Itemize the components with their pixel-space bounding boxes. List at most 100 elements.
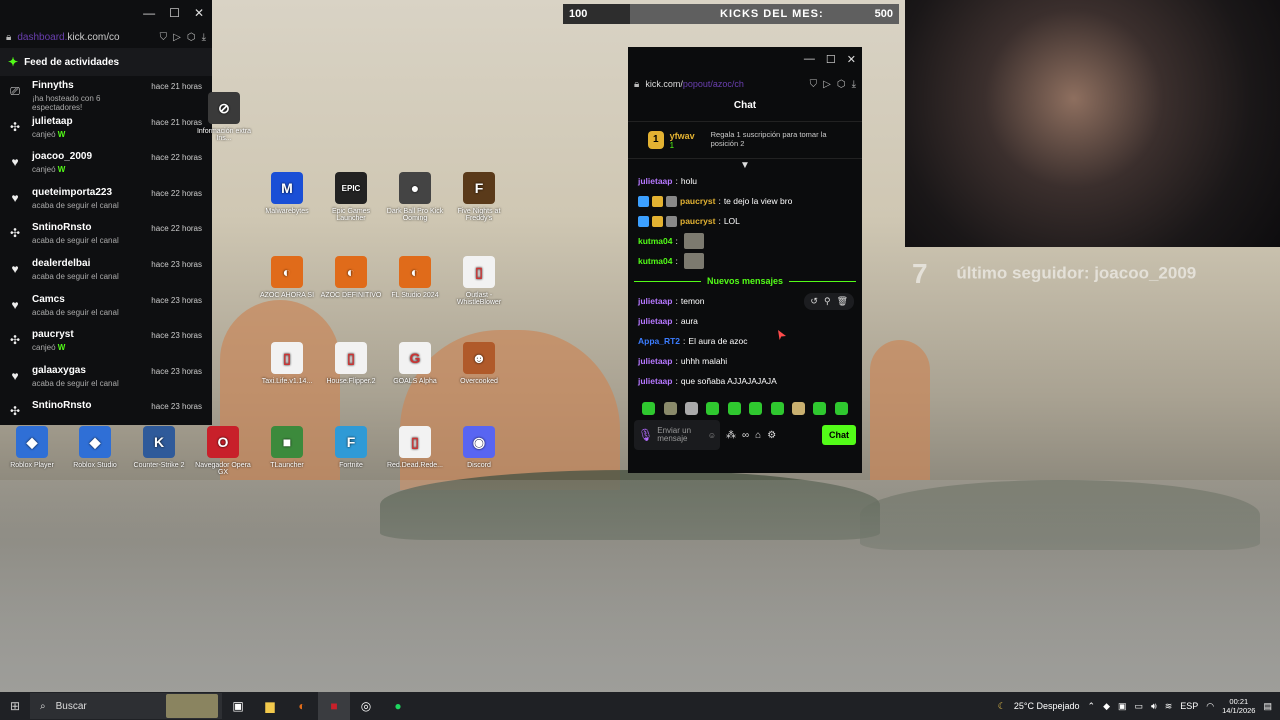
close-icon[interactable]: ✕ bbox=[847, 53, 856, 66]
extension-icon[interactable]: ⬡ bbox=[837, 79, 846, 90]
store-icon[interactable]: ⌂ bbox=[755, 430, 761, 441]
desktop-shortcut[interactable]: ☻ Overcooked bbox=[447, 342, 511, 385]
feed-item[interactable]: ♥ Camcs acaba de seguir el canal hace 23… bbox=[0, 290, 212, 326]
task-view-icon[interactable]: ▣ bbox=[222, 692, 254, 720]
top-gifter-banner[interactable]: 1 yfwav 1 Regala 1 suscripción para toma… bbox=[628, 121, 862, 159]
emote-button[interactable] bbox=[727, 401, 741, 415]
emoji-icon[interactable]: ☺ bbox=[708, 431, 716, 440]
infinity-icon[interactable]: ∞ bbox=[742, 430, 749, 441]
shield-icon[interactable]: ⛉ bbox=[810, 79, 818, 90]
chat-username[interactable]: julietaap bbox=[638, 176, 672, 186]
address-bar[interactable]: 🔒︎ dashboard.kick.com/co ⛉ ▷ ⬡ ⤓ bbox=[0, 26, 212, 48]
tray-app-icon[interactable]: ◆ bbox=[1103, 701, 1110, 712]
chat-message[interactable]: kutma04: bbox=[638, 231, 852, 251]
chat-input[interactable]: 🎙︎ Enviar un mensaje ☺ bbox=[634, 420, 720, 450]
chat-message[interactable]: julietaap: aura bbox=[638, 311, 852, 331]
chat-username[interactable]: julietaap bbox=[638, 356, 672, 366]
desktop-shortcut[interactable]: ⊘ Información extra Ins... bbox=[192, 92, 256, 142]
chat-message[interactable]: Appa_RT2: El aura de azoc bbox=[638, 331, 852, 351]
weather-text[interactable]: 25°C Despejado bbox=[1014, 701, 1080, 711]
emote-button[interactable] bbox=[834, 401, 848, 415]
chat-username[interactable]: paucryst bbox=[680, 216, 715, 226]
chat-username[interactable]: paucryst bbox=[680, 196, 715, 206]
chevron-up-icon[interactable]: ⌃ bbox=[1088, 701, 1096, 712]
tray-app-icon[interactable]: ▣ bbox=[1118, 701, 1127, 712]
desktop-shortcut[interactable]: ▯ Outlast - WhistleBlower bbox=[447, 256, 511, 306]
file-explorer-icon[interactable]: ▆ bbox=[254, 692, 286, 720]
emote-button[interactable] bbox=[791, 401, 805, 415]
emote-button[interactable] bbox=[642, 401, 656, 415]
wifi-icon[interactable]: ◠ bbox=[1206, 701, 1214, 712]
settings-gear-icon[interactable]: ⚙ bbox=[767, 430, 776, 441]
close-icon[interactable]: ✕ bbox=[194, 6, 204, 20]
desktop-shortcut[interactable]: ▯ House.Flipper.2 bbox=[319, 342, 383, 385]
windows-start-icon[interactable]: ⊞ bbox=[0, 699, 30, 713]
emote-button[interactable] bbox=[706, 401, 720, 415]
feed-item[interactable]: ✣ paucryst canjeó Wcanjeó W hace 23 hora… bbox=[0, 325, 212, 361]
battery-icon[interactable]: ▭ bbox=[1135, 701, 1144, 712]
minimize-icon[interactable]: — bbox=[143, 6, 155, 20]
feed-item[interactable]: ♥ dealerdelbai acaba de seguir el canal … bbox=[0, 254, 212, 290]
feed-item[interactable]: ✣ SntinoRnsto acaba de seguir el canal h… bbox=[0, 218, 212, 254]
desktop-shortcut[interactable]: EPIC Epic Games Launcher bbox=[319, 172, 383, 222]
taskbar-search[interactable]: ⌕ Buscar bbox=[30, 693, 222, 719]
clock[interactable]: 00:21 14/1/2026 bbox=[1222, 697, 1255, 715]
chat-username[interactable]: kutma04 bbox=[638, 236, 673, 246]
chat-username[interactable]: julietaap bbox=[638, 296, 672, 306]
chat-message[interactable]: julietaap: uhhh malahi bbox=[638, 351, 852, 371]
feed-item[interactable]: ⎚ Finnyths ¡ha hosteado con 6 espectador… bbox=[0, 76, 212, 112]
feed-item[interactable]: ♥ galaaxygas acaba de seguir el canal ha… bbox=[0, 361, 212, 397]
chat-message[interactable]: julietaap: temon ↺ ⚲ 🗑︎ bbox=[638, 291, 854, 311]
chat-message[interactable]: julietaap: que soñaba AJJAJAJAJA bbox=[638, 371, 852, 391]
desktop-shortcut[interactable]: F Fortnite bbox=[319, 426, 383, 469]
microphone-icon[interactable]: 🎙︎ bbox=[638, 428, 653, 442]
feed-item[interactable]: ✣ julietaap canjeó Wcanjeó W hace 21 hor… bbox=[0, 112, 212, 148]
desktop-shortcut[interactable]: ■ TLauncher bbox=[255, 426, 319, 469]
language-indicator[interactable]: ESP bbox=[1180, 701, 1198, 711]
chat-username[interactable]: kutma04 bbox=[638, 256, 673, 266]
send-chat-button[interactable]: Chat bbox=[822, 425, 856, 445]
network-icon[interactable]: ≋ bbox=[1165, 701, 1173, 712]
desktop-shortcut[interactable]: ◐ AZOC AHORA SI bbox=[255, 256, 319, 299]
desktop-shortcut[interactable]: ◆ Roblox Studio bbox=[63, 426, 127, 469]
reply-icon[interactable]: ↺ bbox=[810, 296, 818, 307]
address-bar[interactable]: 🔒︎ kick.com/popout/azoc/ch ⛉ ▷ ⬡ ⤓ bbox=[628, 71, 862, 97]
maximize-icon[interactable]: ☐ bbox=[826, 53, 836, 66]
kick-app-icon[interactable]: ■ bbox=[318, 692, 350, 720]
desktop-shortcut[interactable]: ◆ Roblox Player bbox=[0, 426, 64, 469]
extension-icon[interactable]: ⬡ bbox=[187, 32, 196, 43]
shield-icon[interactable]: ⛉ bbox=[160, 32, 168, 43]
bits-icon[interactable]: ⁂ bbox=[726, 430, 736, 441]
maximize-icon[interactable]: ☐ bbox=[169, 6, 180, 20]
collapse-arrow-icon[interactable]: ▼ bbox=[628, 161, 862, 171]
speaker-icon[interactable]: 🔊︎ bbox=[1151, 701, 1157, 712]
emote-button[interactable] bbox=[770, 401, 784, 415]
emote-button[interactable] bbox=[684, 401, 698, 415]
desktop-shortcut[interactable]: ▯ Taxi.Life.v1.14... bbox=[255, 342, 319, 385]
delete-icon[interactable]: 🗑︎ bbox=[837, 296, 848, 307]
emote-button[interactable] bbox=[749, 401, 763, 415]
chat-message[interactable]: julietaap: holu bbox=[638, 171, 852, 191]
pin-icon[interactable]: ⚲ bbox=[824, 296, 831, 307]
play-icon[interactable]: ▷ bbox=[823, 79, 831, 90]
download-icon[interactable]: ⤓ bbox=[852, 79, 856, 90]
desktop-shortcut[interactable]: ◐ FL Studio 2024 bbox=[383, 256, 447, 299]
chat-message[interactable]: paucryst: te dejo la view bro bbox=[638, 191, 852, 211]
notifications-icon[interactable]: ▤ bbox=[1263, 701, 1272, 712]
desktop-shortcut[interactable]: ◐ AZOC DEFINITIVO bbox=[319, 256, 383, 299]
chat-username[interactable]: julietaap bbox=[638, 316, 672, 326]
chat-message[interactable]: paucryst: LOL bbox=[638, 211, 852, 231]
desktop-shortcut[interactable]: F Five Nights at Freddy's bbox=[447, 172, 511, 222]
emote-button[interactable] bbox=[813, 401, 827, 415]
desktop-shortcut[interactable]: ● Dark Ball Pro Kick Ooming bbox=[383, 172, 447, 222]
play-icon[interactable]: ▷ bbox=[173, 32, 181, 43]
desktop-shortcut[interactable]: ▯ Red.Dead.Rede... bbox=[383, 426, 447, 469]
spotify-icon[interactable]: ● bbox=[382, 692, 414, 720]
minimize-icon[interactable]: — bbox=[804, 53, 815, 65]
chat-username[interactable]: Appa_RT2 bbox=[638, 336, 680, 346]
desktop-shortcut[interactable]: M Malwarebytes bbox=[255, 172, 319, 215]
feed-item[interactable]: ♥ queteimporta223 acaba de seguir el can… bbox=[0, 183, 212, 219]
chat-username[interactable]: julietaap bbox=[638, 376, 672, 386]
emote-button[interactable] bbox=[663, 401, 677, 415]
desktop-shortcut[interactable]: ◉ Discord bbox=[447, 426, 511, 469]
